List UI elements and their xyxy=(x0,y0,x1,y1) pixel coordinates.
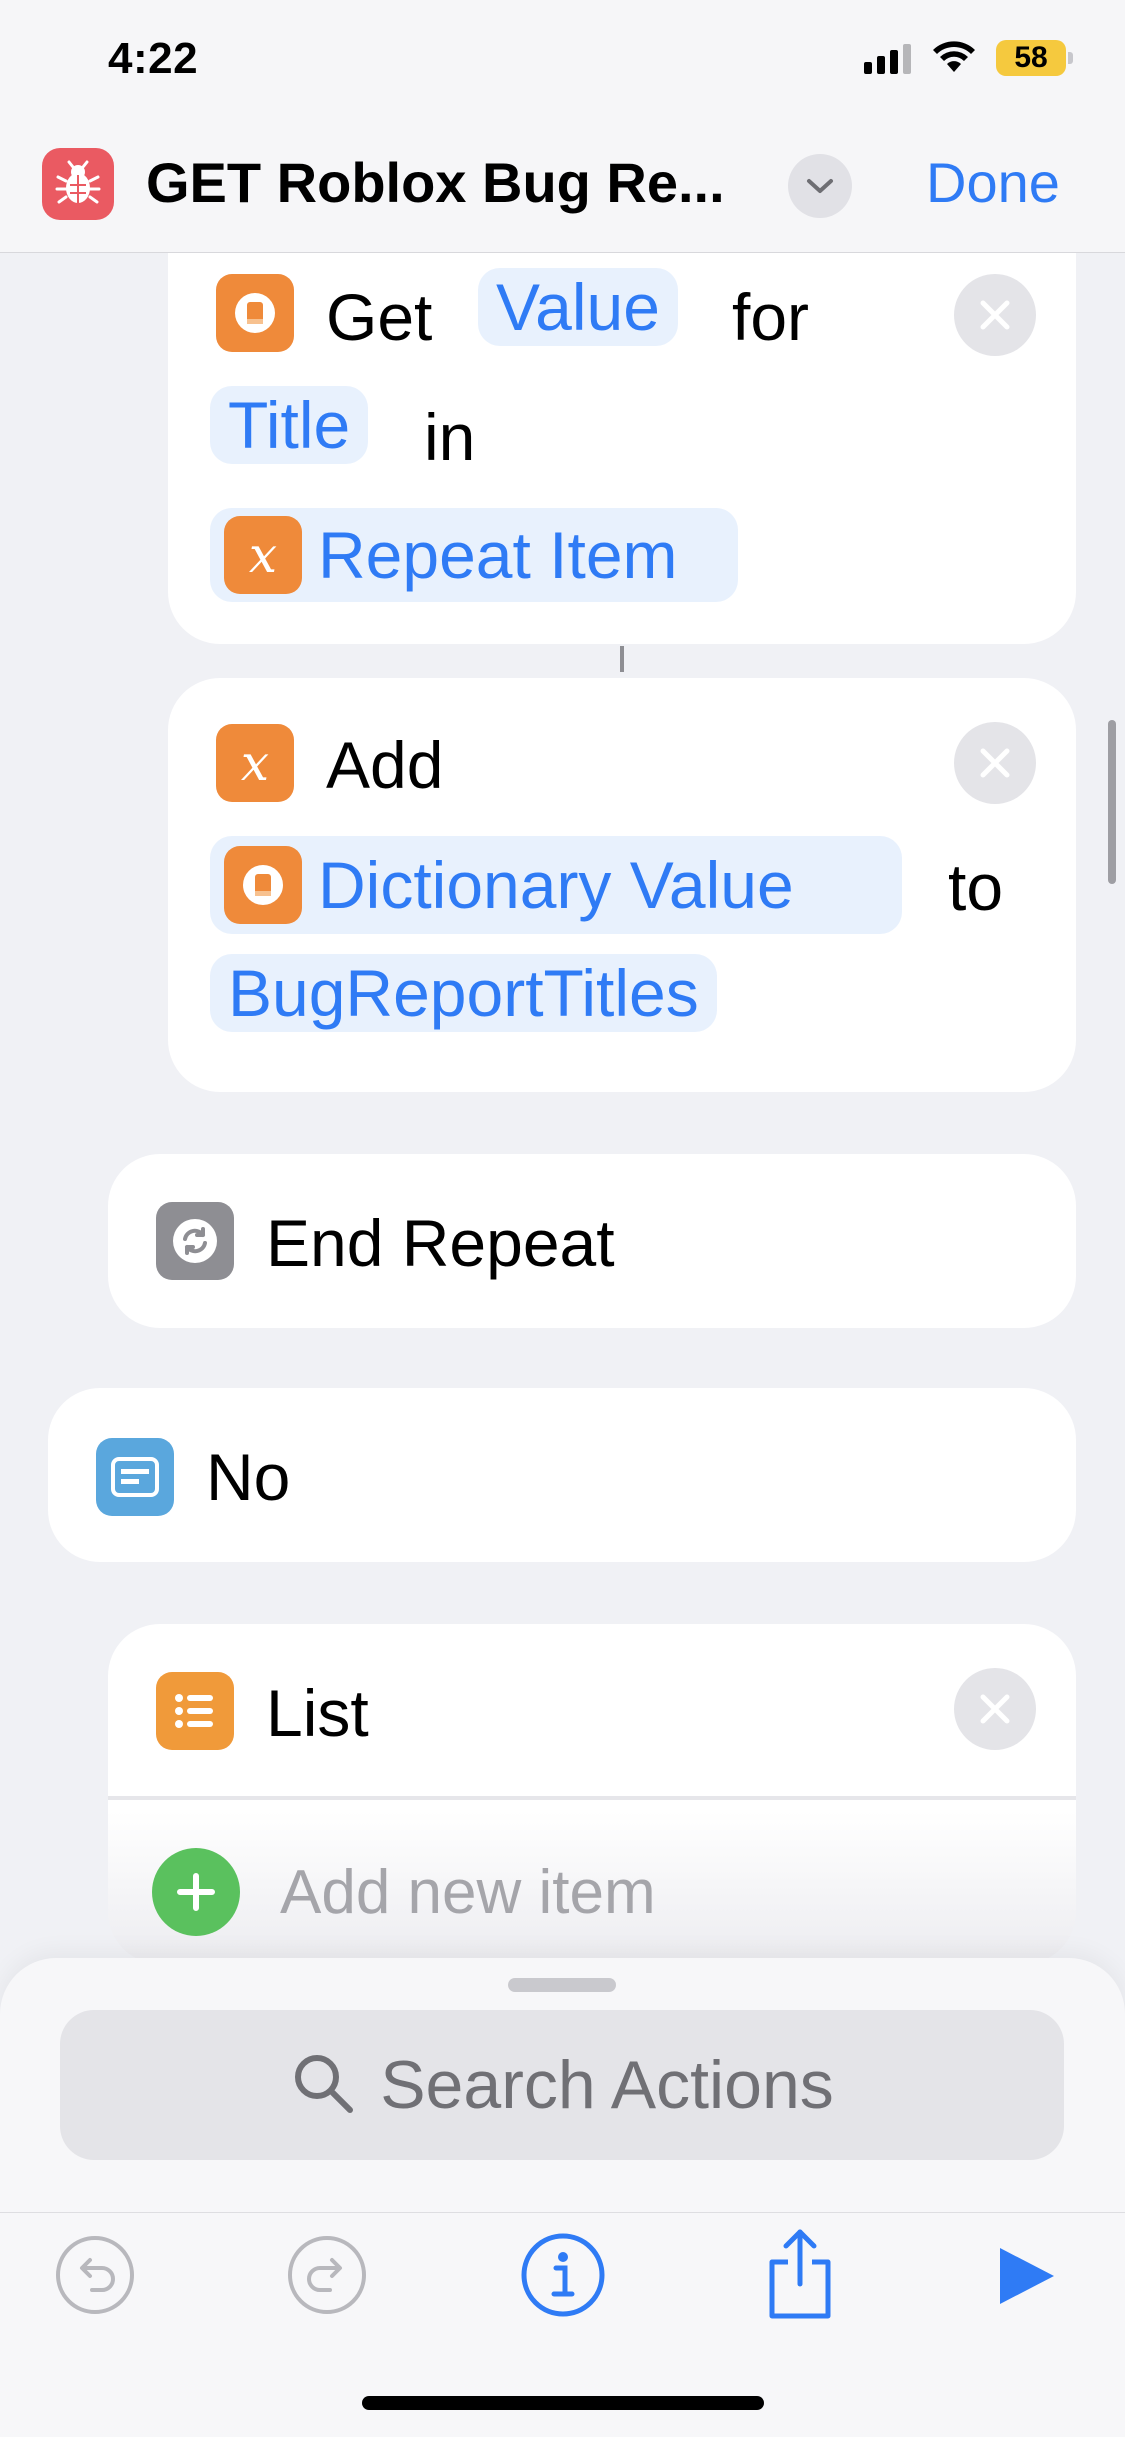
done-button[interactable]: Done xyxy=(926,150,1060,215)
to-label: to xyxy=(948,850,1004,924)
menu-option-no-card[interactable] xyxy=(48,1388,1076,1562)
repeat-item-label: Repeat Item xyxy=(318,518,678,592)
add-new-item-field[interactable]: Add new item xyxy=(280,1862,656,1924)
dictionary-icon xyxy=(224,846,302,924)
list-icon xyxy=(156,1672,234,1750)
battery-indicator: 58 xyxy=(996,40,1066,76)
close-icon[interactable] xyxy=(954,1668,1036,1750)
redo-icon[interactable] xyxy=(286,2234,368,2321)
variable-x-icon: x xyxy=(224,516,302,594)
repeat-icon xyxy=(156,1202,234,1280)
info-icon[interactable] xyxy=(520,2232,606,2323)
share-icon[interactable] xyxy=(762,2226,838,2327)
scrollbar[interactable] xyxy=(1108,720,1116,884)
play-icon[interactable] xyxy=(994,2244,1058,2313)
repeat-item-token[interactable]: x Repeat Item xyxy=(210,508,738,602)
menu-icon xyxy=(96,1438,174,1516)
search-placeholder: Search Actions xyxy=(380,2047,834,2123)
wifi-icon xyxy=(930,38,978,79)
list-divider xyxy=(108,1796,1076,1800)
end-repeat-label: End Repeat xyxy=(266,1206,615,1280)
home-indicator xyxy=(362,2396,764,2410)
connector-line xyxy=(620,646,624,672)
undo-icon[interactable] xyxy=(54,2234,136,2321)
value-token[interactable]: Value xyxy=(478,268,678,346)
shortcut-title[interactable]: GET Roblox Bug Re... xyxy=(146,150,725,215)
chevron-down-icon[interactable] xyxy=(788,154,852,218)
bug-icon xyxy=(42,148,114,220)
dictionary-value-label: Dictionary Value xyxy=(318,848,794,922)
list-label: List xyxy=(266,1676,369,1750)
dictionary-value-token[interactable]: Dictionary Value xyxy=(210,836,902,934)
dictionary-icon xyxy=(216,274,294,352)
battery-nub xyxy=(1068,52,1073,64)
no-label: No xyxy=(206,1440,291,1514)
for-label: for xyxy=(732,280,810,354)
status-time: 4:22 xyxy=(108,34,199,83)
search-actions-input[interactable]: Search Actions xyxy=(60,2010,1064,2160)
close-icon[interactable] xyxy=(954,722,1036,804)
bug-report-titles-token[interactable]: BugReportTitles xyxy=(210,954,717,1032)
variable-x-icon: x xyxy=(216,724,294,802)
close-icon[interactable] xyxy=(954,274,1036,356)
cellular-signal-icon xyxy=(864,44,911,74)
search-icon xyxy=(290,2050,356,2121)
in-label: in xyxy=(424,400,476,474)
get-verb: Get xyxy=(326,280,433,354)
add-verb: Add xyxy=(326,728,444,802)
plus-icon[interactable] xyxy=(152,1848,240,1936)
key-token[interactable]: Title xyxy=(210,386,369,464)
sheet-grabber[interactable] xyxy=(508,1978,616,1992)
